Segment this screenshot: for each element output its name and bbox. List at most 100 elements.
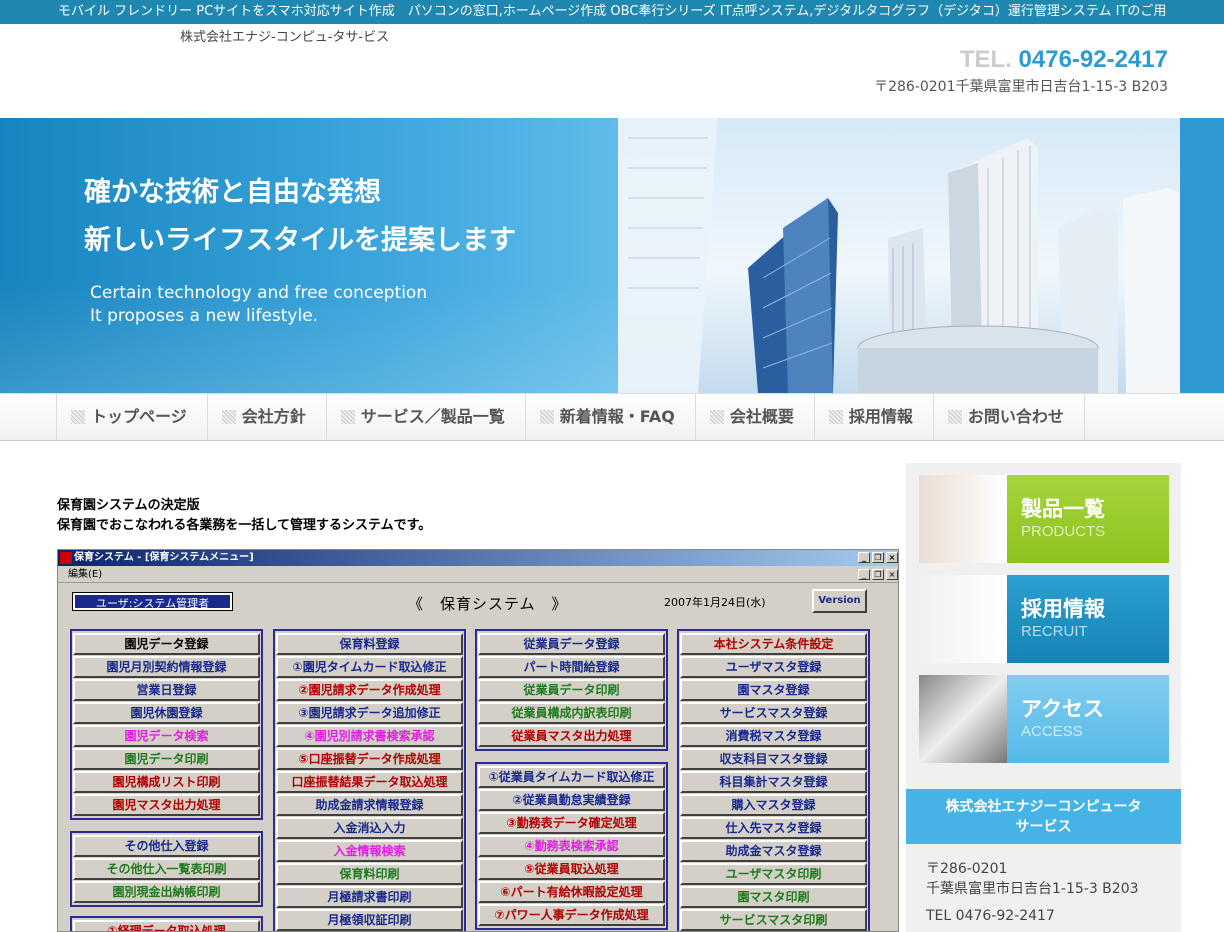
menu-button: ⑤従業員取込処理 [478, 858, 665, 880]
banner-label: アクセス [1021, 697, 1104, 721]
menu-button: サービスマスタ印刷 [680, 909, 867, 931]
system-title: 《 保育システム 》 [408, 595, 568, 613]
menu-button: 従業員マスタ出力処理 [478, 725, 665, 747]
company-heading-text: 株式会社エナジーコンピュータ サービス [945, 799, 1142, 835]
hero-edge [1180, 118, 1224, 393]
app-screenshot: 保育システム - [保育システムメニュー] _ ❐ × 編集(E) _ ❐ × ユーザ:… [57, 549, 899, 932]
city-skyline-image [618, 118, 1180, 393]
nav-bullet-icon [539, 410, 554, 424]
header-address: 〒286-0201千葉県富里市日吉台1-15-3 B203 [874, 79, 1168, 95]
menu-button: 仕入先マスタ登録 [680, 817, 867, 839]
app-title-bar: 保育システム - [保育システムメニュー] _ ❐ × [58, 550, 898, 566]
menu-group-billing: 保育料登録 ①園児タイムカード取込修正 ②園児請求データ作成処理 ③園児請求データ追加… [273, 629, 466, 931]
menu-button: 従業員構成内訳表印刷 [478, 702, 665, 724]
nav-bullet-icon [221, 410, 236, 424]
menu-button: ②園児請求データ作成処理 [276, 679, 463, 701]
banner-recruit[interactable]: 採用情報 RECRUIT [919, 575, 1169, 663]
menu-button: 園児データ検索 [73, 725, 260, 747]
intro-description: 保育園でおこなわれる各業務を一括して管理するシステムです。 [57, 518, 432, 533]
nav-bullet-icon [828, 410, 843, 424]
version-button: Version [812, 589, 867, 613]
menu-button: ユーザマスタ印刷 [680, 863, 867, 885]
menu-group-attendance: ①従業員タイムカード取込修正 ②従業員勤怠実績登録 ③勤務表データ確定処理 ④勤務表検… [475, 762, 668, 930]
menu-button: 科目集計マスタ登録 [680, 771, 867, 793]
company-name[interactable]: 株式会社エナジ-コンピュ-タサ-ビス [180, 26, 389, 45]
menu-button: 従業員データ登録 [478, 633, 665, 655]
restore-icon: ❐ [872, 552, 884, 563]
menu-button: 園マスタ印刷 [680, 886, 867, 908]
minimize-icon: _ [858, 552, 870, 563]
nav-item-label: 新着情報・FAQ [559, 407, 675, 426]
nav-item-company[interactable]: 会社概要 [694, 394, 814, 440]
header-tel: TEL. 0476-92-2417 [960, 46, 1168, 74]
user-label: ユーザ:システム管理者 [72, 592, 233, 611]
nav-item-policy[interactable]: 会社方針 [206, 394, 326, 440]
menu-button: 保育料登録 [276, 633, 463, 655]
menu-button: 入金消込入力 [276, 817, 463, 839]
menu-button: 園別現金出納帳印刷 [73, 881, 260, 903]
hero-banner: 確かな技術と自由な発想 新しいライフスタイルを提案します Certain tec… [0, 118, 1224, 393]
tel-number: 0476-92-2417 [1018, 46, 1168, 73]
hero-headline-1: 確かな技術と自由な発想 [84, 177, 381, 208]
menu-group-accounting: ①経理データ取込処理 [70, 916, 263, 931]
menu-button: ⑦パワー人事データ作成処理 [478, 904, 665, 926]
banner-sub: ACCESS [1021, 723, 1083, 740]
banner-products[interactable]: 製品一覧 PRODUCTS [919, 475, 1169, 563]
child-window-buttons: _ ❐ × [858, 569, 898, 580]
app-icon [60, 552, 72, 564]
menu-button: 月極請求書印刷 [276, 886, 463, 908]
top-marquee-bar: モバイル フレンドリー PCサイトをスマホ対応サイト作成 パソコンの窓口,ホーム… [0, 0, 1224, 24]
banner-sub: RECRUIT [1021, 623, 1088, 640]
menu-button: ②従業員勤怠実績登録 [478, 789, 665, 811]
tel-label: TEL. [959, 46, 1012, 73]
nav-item-contact[interactable]: お問い合わせ [932, 394, 1085, 440]
nav-item-news-faq[interactable]: 新着情報・FAQ [524, 394, 695, 440]
nav-item-label: 会社方針 [241, 407, 306, 426]
menu-button: 保育料印刷 [276, 863, 463, 885]
banner-label: 採用情報 [1021, 597, 1105, 621]
top-marquee-text: モバイル フレンドリー PCサイトをスマホ対応サイト作成 パソコンの窓口,ホーム… [58, 4, 1167, 19]
menu-button: ①経理データ取込処理 [73, 920, 260, 931]
menu-button: 助成金請求情報登録 [276, 794, 463, 816]
close-icon: × [886, 569, 898, 580]
menu-button: ⑥パート有給休暇設定処理 [478, 881, 665, 903]
operators-photo [919, 475, 1007, 563]
close-icon: × [886, 552, 898, 563]
menu-button: ④園児別請求書検索承認 [276, 725, 463, 747]
menu-button: サービスマスタ登録 [680, 702, 867, 724]
menu-button: 営業日登録 [73, 679, 260, 701]
nav-item-services[interactable]: サービス／製品一覧 [325, 394, 525, 440]
minimize-icon: _ [858, 569, 870, 580]
menu-button: 園児月別契約情報登録 [73, 656, 260, 678]
nav-item-label: 採用情報 [848, 407, 913, 426]
company-heading: 株式会社エナジーコンピュータ サービス [906, 789, 1181, 844]
banner-access[interactable]: アクセス ACCESS [919, 675, 1169, 763]
menu-button: 収支科目マスタ登録 [680, 748, 867, 770]
menu-button: ①従業員タイムカード取込修正 [478, 766, 665, 788]
nav-item-top[interactable]: トップページ [56, 394, 207, 440]
menu-button: 口座振替結果データ取込処理 [276, 771, 463, 793]
menu-group-purchases: その他仕入登録 その他仕入一覧表印刷 園別現金出納帳印刷 [70, 831, 263, 907]
nav-bullet-icon [71, 410, 85, 424]
menu-group-master: 本社システム条件設定 ユーザマスタ登録 園マスタ登録 サービスマスタ登録 消費税マスタ登… [677, 629, 870, 931]
restore-icon: ❐ [872, 569, 884, 580]
hero-english-2: It proposes a new lifestyle. [90, 306, 319, 326]
stairs-photo [919, 675, 1007, 763]
menu-button: 入金情報検索 [276, 840, 463, 862]
company-tel: TEL 0476-92-2417 [926, 908, 1055, 924]
nav-bullet-icon [340, 410, 355, 424]
menu-button: その他仕入一覧表印刷 [73, 858, 260, 880]
menu-button: 助成金マスタ登録 [680, 840, 867, 862]
menu-button: 本社システム条件設定 [680, 633, 867, 655]
app-title-text: 保育システム - [保育システムメニュー] [74, 552, 254, 563]
nav-bullet-icon [947, 410, 962, 424]
woman-photo [919, 575, 1007, 663]
nav-item-recruit[interactable]: 採用情報 [813, 394, 933, 440]
menu-button: ユーザマスタ登録 [680, 656, 867, 678]
hero-headline-2: 新しいライフスタイルを提案します [84, 225, 516, 256]
main-nav: トップページ 会社方針 サービス／製品一覧 新着情報・FAQ 会社概要 採用情報… [0, 393, 1224, 441]
nav-bullet-icon [709, 410, 724, 424]
intro-headline: 保育園システムの決定版 [57, 498, 200, 513]
nav-item-label: サービス／製品一覧 [360, 407, 505, 426]
menu-button: 園マスタ登録 [680, 679, 867, 701]
